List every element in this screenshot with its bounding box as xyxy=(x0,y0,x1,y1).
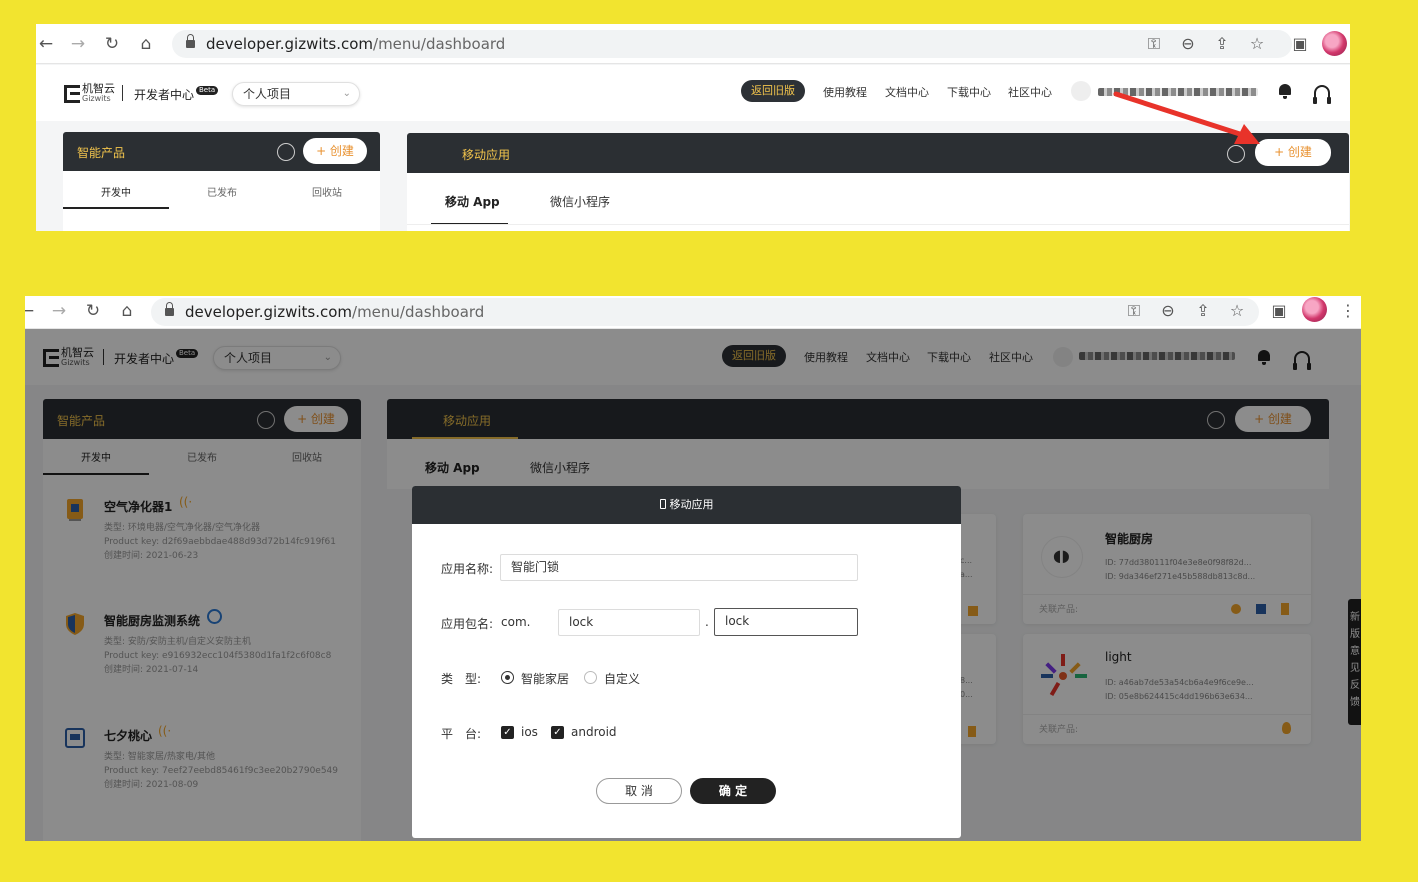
android-checkbox[interactable]: ✓ xyxy=(551,726,564,739)
key-icon[interactable]: ⚿ xyxy=(1144,34,1164,54)
old-version-button[interactable]: 返回旧版 xyxy=(741,80,805,102)
ios-label[interactable]: ios xyxy=(521,725,538,739)
reload-icon[interactable]: ↻ xyxy=(83,301,103,321)
back-icon[interactable]: ← xyxy=(25,301,37,321)
forward-icon[interactable]: → xyxy=(68,34,88,54)
browser-toolbar: ← → ↻ ⌂ developer.gizwits.com/menu/dashb… xyxy=(36,24,1350,64)
type-smart-home-label[interactable]: 智能家居 xyxy=(521,670,569,687)
project-select-value: 个人项目 xyxy=(243,87,292,101)
key-icon[interactable]: ⚿ xyxy=(1124,301,1144,321)
url-text: developer.gizwits.com/menu/dashboard xyxy=(185,303,485,321)
tab-wechat-mini[interactable]: 微信小程序 xyxy=(550,193,610,210)
nav-community[interactable]: 社区中心 xyxy=(1008,84,1052,100)
bell-icon[interactable] xyxy=(1278,84,1292,99)
star-icon[interactable]: ☆ xyxy=(1247,34,1267,54)
type-custom-label[interactable]: 自定义 xyxy=(604,670,640,687)
address-bar[interactable]: developer.gizwits.com/menu/dashboard xyxy=(172,30,1292,58)
package-label: 应用包名: xyxy=(441,617,494,631)
platform-label: 平 台: xyxy=(441,727,482,741)
lock-icon xyxy=(165,302,174,317)
logo-cn: 机智云 xyxy=(82,82,115,95)
zoom-icon[interactable]: ⊖ xyxy=(1158,301,1178,321)
android-label[interactable]: android xyxy=(571,725,617,739)
profile-avatar[interactable] xyxy=(1322,31,1347,56)
type-label: 类 型: xyxy=(441,672,482,686)
tab-mobile-app[interactable]: 移动 App xyxy=(445,193,500,210)
home-icon[interactable]: ⌂ xyxy=(117,301,137,321)
products-tabs: 开发中 已发布 回收站 xyxy=(63,171,380,231)
create-product-button[interactable]: + 创建 xyxy=(303,138,367,164)
mobile-phone-icon xyxy=(659,499,666,509)
chevron-down-icon: ⌄ xyxy=(342,88,351,99)
package-dot: . xyxy=(705,615,709,629)
modal-header: 移动应用 xyxy=(412,486,961,524)
dev-center-title: 开发者中心 xyxy=(134,88,195,102)
share-icon[interactable]: ⇪ xyxy=(1193,301,1213,321)
user-avatar[interactable] xyxy=(1071,81,1091,101)
apps-title: 移动应用 xyxy=(462,148,511,162)
support-headset-icon[interactable] xyxy=(1313,85,1331,104)
logo-en: Gizwits xyxy=(82,94,111,103)
project-select[interactable]: 个人项目 ⌄ xyxy=(232,82,360,106)
nav-tutorial[interactable]: 使用教程 xyxy=(823,84,867,100)
top-screenshot: ← → ↻ ⌂ developer.gizwits.com/menu/dashb… xyxy=(36,24,1350,231)
type-smart-home-radio[interactable] xyxy=(501,671,514,684)
package-part2-input[interactable]: lock xyxy=(714,608,858,636)
reload-icon[interactable]: ↻ xyxy=(102,34,122,54)
tab-developing[interactable]: 开发中 xyxy=(101,184,131,199)
app-name-input[interactable]: 智能门锁 xyxy=(500,554,858,581)
back-icon[interactable]: ← xyxy=(36,34,56,54)
active-tab-indicator xyxy=(63,207,169,209)
modal-title: 移动应用 xyxy=(669,498,714,511)
app-name-label: 应用名称: xyxy=(441,562,494,576)
cancel-button[interactable]: 取 消 xyxy=(596,778,682,804)
tab-published[interactable]: 已发布 xyxy=(207,184,237,199)
tabs-divider xyxy=(407,224,1349,225)
loading-ring-icon xyxy=(277,143,295,161)
ios-checkbox[interactable]: ✓ xyxy=(501,726,514,739)
package-prefix: com. xyxy=(501,615,531,629)
nav-downloads[interactable]: 下载中心 xyxy=(947,84,991,100)
bottom-screenshot: ← → ↻ ⌂ developer.gizwits.com/menu/dashb… xyxy=(25,296,1361,841)
red-arrow-annotation xyxy=(1113,91,1260,144)
products-panel-header: 智能产品 + 创建 xyxy=(63,132,380,171)
home-icon[interactable]: ⌂ xyxy=(136,34,156,54)
tab-recycle[interactable]: 回收站 xyxy=(312,184,342,199)
share-icon[interactable]: ⇪ xyxy=(1212,34,1232,54)
confirm-button[interactable]: 确 定 xyxy=(690,778,776,804)
package-part1-input[interactable]: lock xyxy=(558,609,700,636)
browser-toolbar: ← → ↻ ⌂ developer.gizwits.com/menu/dashb… xyxy=(25,296,1361,329)
tab-search-icon[interactable]: ▣ xyxy=(1290,34,1310,54)
profile-avatar[interactable] xyxy=(1302,297,1327,322)
more-menu-icon[interactable]: ⋮ xyxy=(1338,301,1358,321)
type-custom-radio[interactable] xyxy=(584,671,597,684)
nav-docs[interactable]: 文档中心 xyxy=(885,84,929,100)
divider xyxy=(122,85,123,101)
create-app-modal: 移动应用 应用名称: 智能门锁 应用包名: com. lock . lock 类… xyxy=(412,486,961,838)
products-title: 智能产品 xyxy=(77,146,126,160)
tab-search-icon[interactable]: ▣ xyxy=(1269,301,1289,321)
star-icon[interactable]: ☆ xyxy=(1227,301,1247,321)
apps-tabs: 移动 App 微信小程序 xyxy=(407,173,1349,231)
zoom-icon[interactable]: ⊖ xyxy=(1178,34,1198,54)
gizwits-logo-icon xyxy=(64,85,80,103)
lock-icon xyxy=(186,34,195,49)
beta-badge: Beta xyxy=(196,86,219,95)
forward-icon[interactable]: → xyxy=(49,301,69,321)
url-text: developer.gizwits.com/menu/dashboard xyxy=(206,35,506,53)
address-bar[interactable]: developer.gizwits.com/menu/dashboard xyxy=(151,298,1259,326)
